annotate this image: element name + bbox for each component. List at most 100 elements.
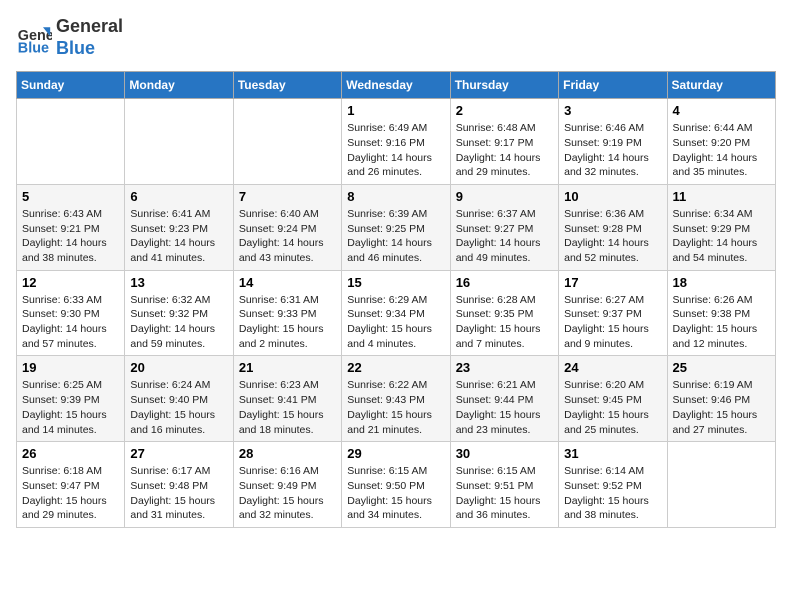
- day-number: 31: [564, 446, 661, 461]
- day-number: 16: [456, 275, 553, 290]
- day-info: Sunrise: 6:15 AMSunset: 9:50 PMDaylight:…: [347, 464, 444, 523]
- weekday-header-monday: Monday: [125, 72, 233, 99]
- day-number: 11: [673, 189, 770, 204]
- day-info: Sunrise: 6:26 AMSunset: 9:38 PMDaylight:…: [673, 293, 770, 352]
- day-number: 8: [347, 189, 444, 204]
- page-header: General Blue General Blue: [16, 16, 776, 59]
- day-number: 21: [239, 360, 336, 375]
- day-number: 28: [239, 446, 336, 461]
- calendar-cell: 5Sunrise: 6:43 AMSunset: 9:21 PMDaylight…: [17, 184, 125, 270]
- calendar-cell: 16 Sunrise: 6:28 AMSunset: 9:35 PMDayligh…: [450, 270, 558, 356]
- day-info: Sunrise: 6:28 AMSunset: 9:35 PMDaylight:…: [456, 293, 553, 352]
- calendar-cell: [233, 99, 341, 185]
- calendar-table: SundayMondayTuesdayWednesdayThursdayFrid…: [16, 71, 776, 528]
- day-info: Sunrise: 6:21 AMSunset: 9:44 PMDaylight:…: [456, 378, 553, 437]
- calendar-cell: 6 Sunrise: 6:41 AMSunset: 9:23 PMDaylight…: [125, 184, 233, 270]
- day-info: Sunrise: 6:15 AMSunset: 9:51 PMDaylight:…: [456, 464, 553, 523]
- calendar-cell: 24 Sunrise: 6:20 AMSunset: 9:45 PMDayligh…: [559, 356, 667, 442]
- day-number: 23: [456, 360, 553, 375]
- day-info: Sunrise: 6:18 AMSunset: 9:47 PMDaylight:…: [22, 464, 119, 523]
- day-info: Sunrise: 6:34 AMSunset: 9:29 PMDaylight:…: [673, 207, 770, 266]
- day-info: Sunrise: 6:36 AMSunset: 9:28 PMDaylight:…: [564, 207, 661, 266]
- logo-icon: General Blue: [16, 20, 52, 56]
- weekday-header-tuesday: Tuesday: [233, 72, 341, 99]
- day-info: Sunrise: 6:49 AMSunset: 9:16 PMDaylight:…: [347, 121, 444, 180]
- day-info: Sunrise: 6:43 AMSunset: 9:21 PMDaylight:…: [22, 207, 119, 266]
- weekday-header-wednesday: Wednesday: [342, 72, 450, 99]
- day-number: 10: [564, 189, 661, 204]
- calendar-cell: 12 Sunrise: 6:33 AMSunset: 9:30 PMDayligh…: [17, 270, 125, 356]
- calendar-cell: 23 Sunrise: 6:21 AMSunset: 9:44 PMDayligh…: [450, 356, 558, 442]
- svg-text:Blue: Blue: [18, 40, 49, 56]
- day-number: 20: [130, 360, 227, 375]
- day-number: 1: [347, 103, 444, 118]
- day-info: Sunrise: 6:19 AMSunset: 9:46 PMDaylight:…: [673, 378, 770, 437]
- weekday-header-friday: Friday: [559, 72, 667, 99]
- calendar-cell: 17 Sunrise: 6:27 AMSunset: 9:37 PMDayligh…: [559, 270, 667, 356]
- day-number: 30: [456, 446, 553, 461]
- day-info: Sunrise: 6:40 AMSunset: 9:24 PMDaylight:…: [239, 207, 336, 266]
- day-info: Sunrise: 6:29 AMSunset: 9:34 PMDaylight:…: [347, 293, 444, 352]
- day-info: Sunrise: 6:20 AMSunset: 9:45 PMDaylight:…: [564, 378, 661, 437]
- day-number: 6: [130, 189, 227, 204]
- calendar-cell: 28Sunrise: 6:16 AMSunset: 9:49 PMDayligh…: [233, 442, 341, 528]
- day-number: 3: [564, 103, 661, 118]
- calendar-cell: 29Sunrise: 6:15 AMSunset: 9:50 PMDayligh…: [342, 442, 450, 528]
- calendar-cell: 18 Sunrise: 6:26 AMSunset: 9:38 PMDayligh…: [667, 270, 775, 356]
- day-number: 24: [564, 360, 661, 375]
- day-number: 18: [673, 275, 770, 290]
- day-number: 15: [347, 275, 444, 290]
- logo-general: General: [56, 16, 123, 38]
- day-info: Sunrise: 6:27 AMSunset: 9:37 PMDaylight:…: [564, 293, 661, 352]
- calendar-cell: 8Sunrise: 6:39 AMSunset: 9:25 PMDaylight…: [342, 184, 450, 270]
- day-number: 13: [130, 275, 227, 290]
- calendar-cell: 22Sunrise: 6:22 AMSunset: 9:43 PMDayligh…: [342, 356, 450, 442]
- day-number: 26: [22, 446, 119, 461]
- calendar-cell: 27Sunrise: 6:17 AMSunset: 9:48 PMDayligh…: [125, 442, 233, 528]
- day-number: 19: [22, 360, 119, 375]
- weekday-header-thursday: Thursday: [450, 72, 558, 99]
- day-number: 2: [456, 103, 553, 118]
- day-number: 25: [673, 360, 770, 375]
- day-number: 17: [564, 275, 661, 290]
- day-info: Sunrise: 6:17 AMSunset: 9:48 PMDaylight:…: [130, 464, 227, 523]
- day-number: 9: [456, 189, 553, 204]
- calendar-cell: 31 Sunrise: 6:14 AMSunset: 9:52 PMDayligh…: [559, 442, 667, 528]
- calendar-cell: 19 Sunrise: 6:25 AMSunset: 9:39 PMDayligh…: [17, 356, 125, 442]
- calendar-cell: 10 Sunrise: 6:36 AMSunset: 9:28 PMDayligh…: [559, 184, 667, 270]
- calendar-cell: 25 Sunrise: 6:19 AMSunset: 9:46 PMDayligh…: [667, 356, 775, 442]
- calendar-cell: 13Sunrise: 6:32 AMSunset: 9:32 PMDayligh…: [125, 270, 233, 356]
- calendar-cell: 21 Sunrise: 6:23 AMSunset: 9:41 PMDayligh…: [233, 356, 341, 442]
- calendar-cell: [667, 442, 775, 528]
- weekday-header-saturday: Saturday: [667, 72, 775, 99]
- day-info: Sunrise: 6:44 AMSunset: 9:20 PMDaylight:…: [673, 121, 770, 180]
- logo-blue: Blue: [56, 38, 123, 60]
- calendar-cell: 26 Sunrise: 6:18 AMSunset: 9:47 PMDayligh…: [17, 442, 125, 528]
- day-info: Sunrise: 6:23 AMSunset: 9:41 PMDaylight:…: [239, 378, 336, 437]
- calendar-cell: 30 Sunrise: 6:15 AMSunset: 9:51 PMDayligh…: [450, 442, 558, 528]
- calendar-cell: [17, 99, 125, 185]
- day-number: 22: [347, 360, 444, 375]
- day-number: 7: [239, 189, 336, 204]
- calendar-cell: 9 Sunrise: 6:37 AMSunset: 9:27 PMDaylight…: [450, 184, 558, 270]
- calendar-cell: 3 Sunrise: 6:46 AMSunset: 9:19 PMDaylight…: [559, 99, 667, 185]
- day-info: Sunrise: 6:25 AMSunset: 9:39 PMDaylight:…: [22, 378, 119, 437]
- day-info: Sunrise: 6:48 AMSunset: 9:17 PMDaylight:…: [456, 121, 553, 180]
- weekday-header-sunday: Sunday: [17, 72, 125, 99]
- calendar-cell: 7 Sunrise: 6:40 AMSunset: 9:24 PMDaylight…: [233, 184, 341, 270]
- logo: General Blue General Blue: [16, 16, 123, 59]
- calendar-cell: [125, 99, 233, 185]
- day-info: Sunrise: 6:31 AMSunset: 9:33 PMDaylight:…: [239, 293, 336, 352]
- calendar-cell: 11 Sunrise: 6:34 AMSunset: 9:29 PMDayligh…: [667, 184, 775, 270]
- day-number: 12: [22, 275, 119, 290]
- day-info: Sunrise: 6:46 AMSunset: 9:19 PMDaylight:…: [564, 121, 661, 180]
- day-info: Sunrise: 6:14 AMSunset: 9:52 PMDaylight:…: [564, 464, 661, 523]
- day-number: 14: [239, 275, 336, 290]
- day-info: Sunrise: 6:33 AMSunset: 9:30 PMDaylight:…: [22, 293, 119, 352]
- day-info: Sunrise: 6:41 AMSunset: 9:23 PMDaylight:…: [130, 207, 227, 266]
- calendar-cell: 2 Sunrise: 6:48 AMSunset: 9:17 PMDaylight…: [450, 99, 558, 185]
- calendar-cell: 20Sunrise: 6:24 AMSunset: 9:40 PMDayligh…: [125, 356, 233, 442]
- day-info: Sunrise: 6:37 AMSunset: 9:27 PMDaylight:…: [456, 207, 553, 266]
- calendar-cell: 1 Sunrise: 6:49 AMSunset: 9:16 PMDaylight…: [342, 99, 450, 185]
- calendar-cell: 4Sunrise: 6:44 AMSunset: 9:20 PMDaylight…: [667, 99, 775, 185]
